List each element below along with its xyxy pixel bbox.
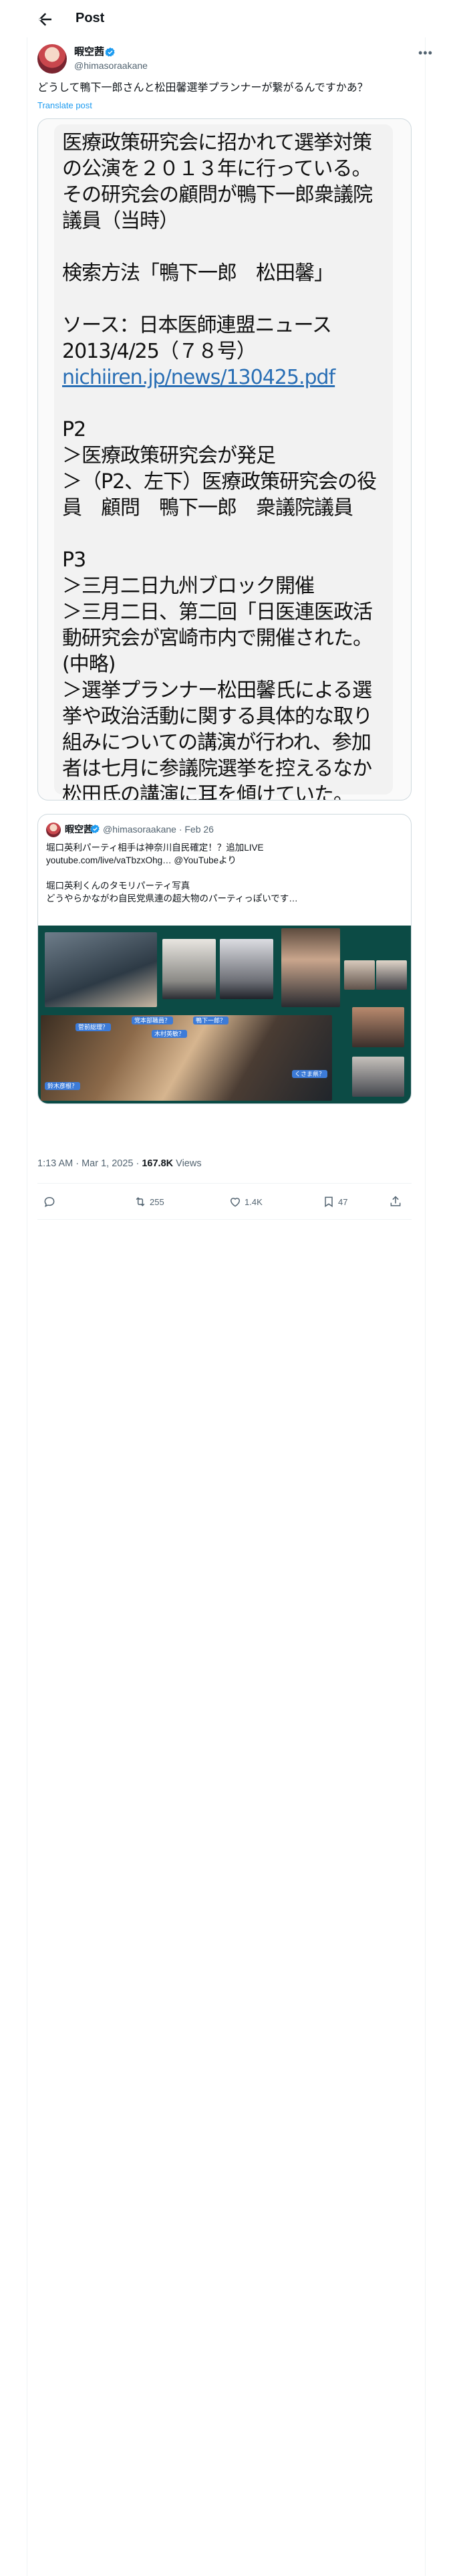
- document-line: ＞選挙プランナー松田馨氏による選: [62, 679, 372, 702]
- photo-tag: くさま県？: [292, 1070, 328, 1078]
- document-gap: [62, 521, 381, 547]
- more-dots-icon: •••: [418, 46, 433, 60]
- like-count: 1.4K: [245, 1196, 263, 1207]
- quote-line: [46, 867, 404, 879]
- bookmark-count: 47: [338, 1196, 348, 1207]
- translate-post-link[interactable]: Translate post: [37, 100, 92, 112]
- photo: [352, 1057, 404, 1097]
- post-timestamp[interactable]: 1:13 AM · Mar 1, 2025 ·: [37, 1158, 142, 1169]
- author-handle[interactable]: @himasoraakane: [74, 60, 148, 72]
- verified-badge-icon: [90, 824, 100, 833]
- page-title: Post: [76, 11, 105, 25]
- document-gap: [62, 234, 381, 260]
- divider: [37, 1219, 412, 1220]
- document-line: 者は七月に参議院選挙を控えるなか: [62, 757, 372, 780]
- reply-icon: [44, 1196, 55, 1208]
- photo-tag: 鈴木彦根？: [45, 1082, 81, 1090]
- document-line: 組みについての講演が行われ、参加: [62, 731, 371, 754]
- document-line: 2013/4/25（７８号）: [62, 340, 257, 363]
- photo: [344, 960, 375, 990]
- document-link: nichiiren.jp/news/130425.pdf: [62, 366, 335, 389]
- photo: [352, 1007, 404, 1047]
- photo-tag: 木村英敏？: [152, 1030, 188, 1038]
- quote-author-name: 暇空茜: [65, 824, 93, 835]
- photo: [281, 928, 340, 1007]
- photo-tag: 菅前総理？: [76, 1023, 112, 1031]
- quote-line: 堀口英利くんのタモリパーティ写真: [46, 881, 190, 891]
- back-button[interactable]: [35, 9, 55, 29]
- quote-text: 堀口英利パーティ相手は神奈川自民確定！？追加LIVE youtube.com/l…: [46, 841, 404, 905]
- share-icon: [390, 1196, 401, 1206]
- photo: [376, 960, 407, 990]
- photo-tag: 鴨下一郎？: [193, 1016, 229, 1025]
- quote-line: どうやらかながわ自民党県連の超大物のパーティっぽいです…: [46, 893, 298, 903]
- post-text: どうして鴨下一郎さんと松田馨選挙プランナーが繋がるんですかあ？: [37, 82, 368, 94]
- post-page: Post 暇空茜 @himasoraakane ••• どうして鴨下一郎さんと松…: [0, 0, 451, 2576]
- bookmark-icon: [325, 1196, 333, 1208]
- document-gap: [62, 286, 381, 312]
- heart-icon: [230, 1198, 241, 1207]
- document-line: その研究会の顧問が鴨下一郎衆議院: [62, 183, 373, 207]
- photo: [45, 932, 157, 1007]
- document-line: の公演を２０１３年に行っている。: [62, 157, 372, 181]
- document-gap: [62, 391, 381, 417]
- quoted-post[interactable]: 暇空茜 @himasoraakane · Feb 26 堀口英利パーティ相手は神…: [37, 814, 412, 1104]
- share-button[interactable]: [389, 1194, 402, 1210]
- document-line: (中略): [62, 653, 116, 676]
- photo-tag: 党本部職員？: [132, 1016, 174, 1025]
- arrow-left-icon: [38, 13, 51, 26]
- document-line: 松田氏の講演に耳を傾けていた。: [62, 783, 353, 800]
- post-meta: 1:13 AM · Mar 1, 2025 · 167.8K Views: [37, 1157, 202, 1170]
- divider: [37, 1183, 412, 1184]
- like-button[interactable]: 1.4K: [229, 1194, 263, 1210]
- quote-photo-collage: 菅前総理？ 党本部職員？ 鴨下一郎？ 木村英敏？ 鈴木彦根？ くさま県？: [38, 926, 411, 1103]
- document-line: P3: [62, 548, 86, 572]
- bookmark-button[interactable]: 47: [322, 1194, 347, 1210]
- document-line: 検索方法「鴨下一郎 松田馨」: [62, 261, 334, 285]
- verified-badge-icon: [105, 47, 115, 57]
- document-line: ＞医療政策研究会が発足: [62, 444, 276, 467]
- action-bar: 255 1.4K 47: [37, 1190, 412, 1214]
- views-label: Views: [173, 1158, 202, 1169]
- photo: [162, 939, 216, 999]
- quote-avatar: [46, 823, 61, 837]
- document-line: 員 顧問 鴨下一郎 衆議院議員: [62, 496, 353, 520]
- document-line: ソース：日本医師連盟ニュース: [62, 314, 332, 337]
- post-image[interactable]: 医療政策研究会に招かれて選挙対策 の公演を２０１３年に行っている。 その研究会の顧問…: [37, 118, 412, 800]
- header-bar: Post: [0, 0, 451, 37]
- repost-icon: [136, 1197, 145, 1206]
- document-line: 議員（当時）: [62, 209, 179, 233]
- author-name[interactable]: 暇空茜: [74, 45, 104, 59]
- photo: [220, 939, 273, 999]
- document-line: P2: [62, 418, 86, 441]
- repost-button[interactable]: 255: [134, 1194, 164, 1210]
- document-line: ＞三月二日九州ブロック開催: [62, 574, 315, 598]
- document-line: ＞（P2、左下）医療政策研究会の役: [62, 470, 377, 494]
- quote-line: 堀口英利パーティ相手は神奈川自民確定！？追加LIVE: [46, 843, 264, 853]
- document-line: 挙や政治活動に関する具体的な取り: [62, 705, 373, 728]
- quote-author-handle: @himasoraakane · Feb 26: [103, 824, 214, 835]
- views-count: 167.8K: [142, 1158, 174, 1169]
- repost-count: 255: [150, 1196, 164, 1207]
- document-line: 動研究会が宮崎市内で開催された。: [62, 627, 373, 650]
- document-link-line: nichiiren.jp/news/130425.pdf: [62, 364, 381, 391]
- document-line: 医療政策研究会に招かれて選挙対策: [62, 131, 372, 154]
- quote-line: youtube.com/live/vaTbzxOhg… @YouTubeより: [46, 855, 237, 865]
- avatar[interactable]: [37, 44, 67, 74]
- more-options-button[interactable]: •••: [418, 47, 433, 59]
- document-image: 医療政策研究会に招かれて選挙対策 の公演を２０１３年に行っている。 その研究会の顧問…: [54, 124, 393, 800]
- document-line: ＞三月二日、第二回「日医連医政活: [62, 601, 373, 624]
- reply-button[interactable]: [43, 1194, 59, 1210]
